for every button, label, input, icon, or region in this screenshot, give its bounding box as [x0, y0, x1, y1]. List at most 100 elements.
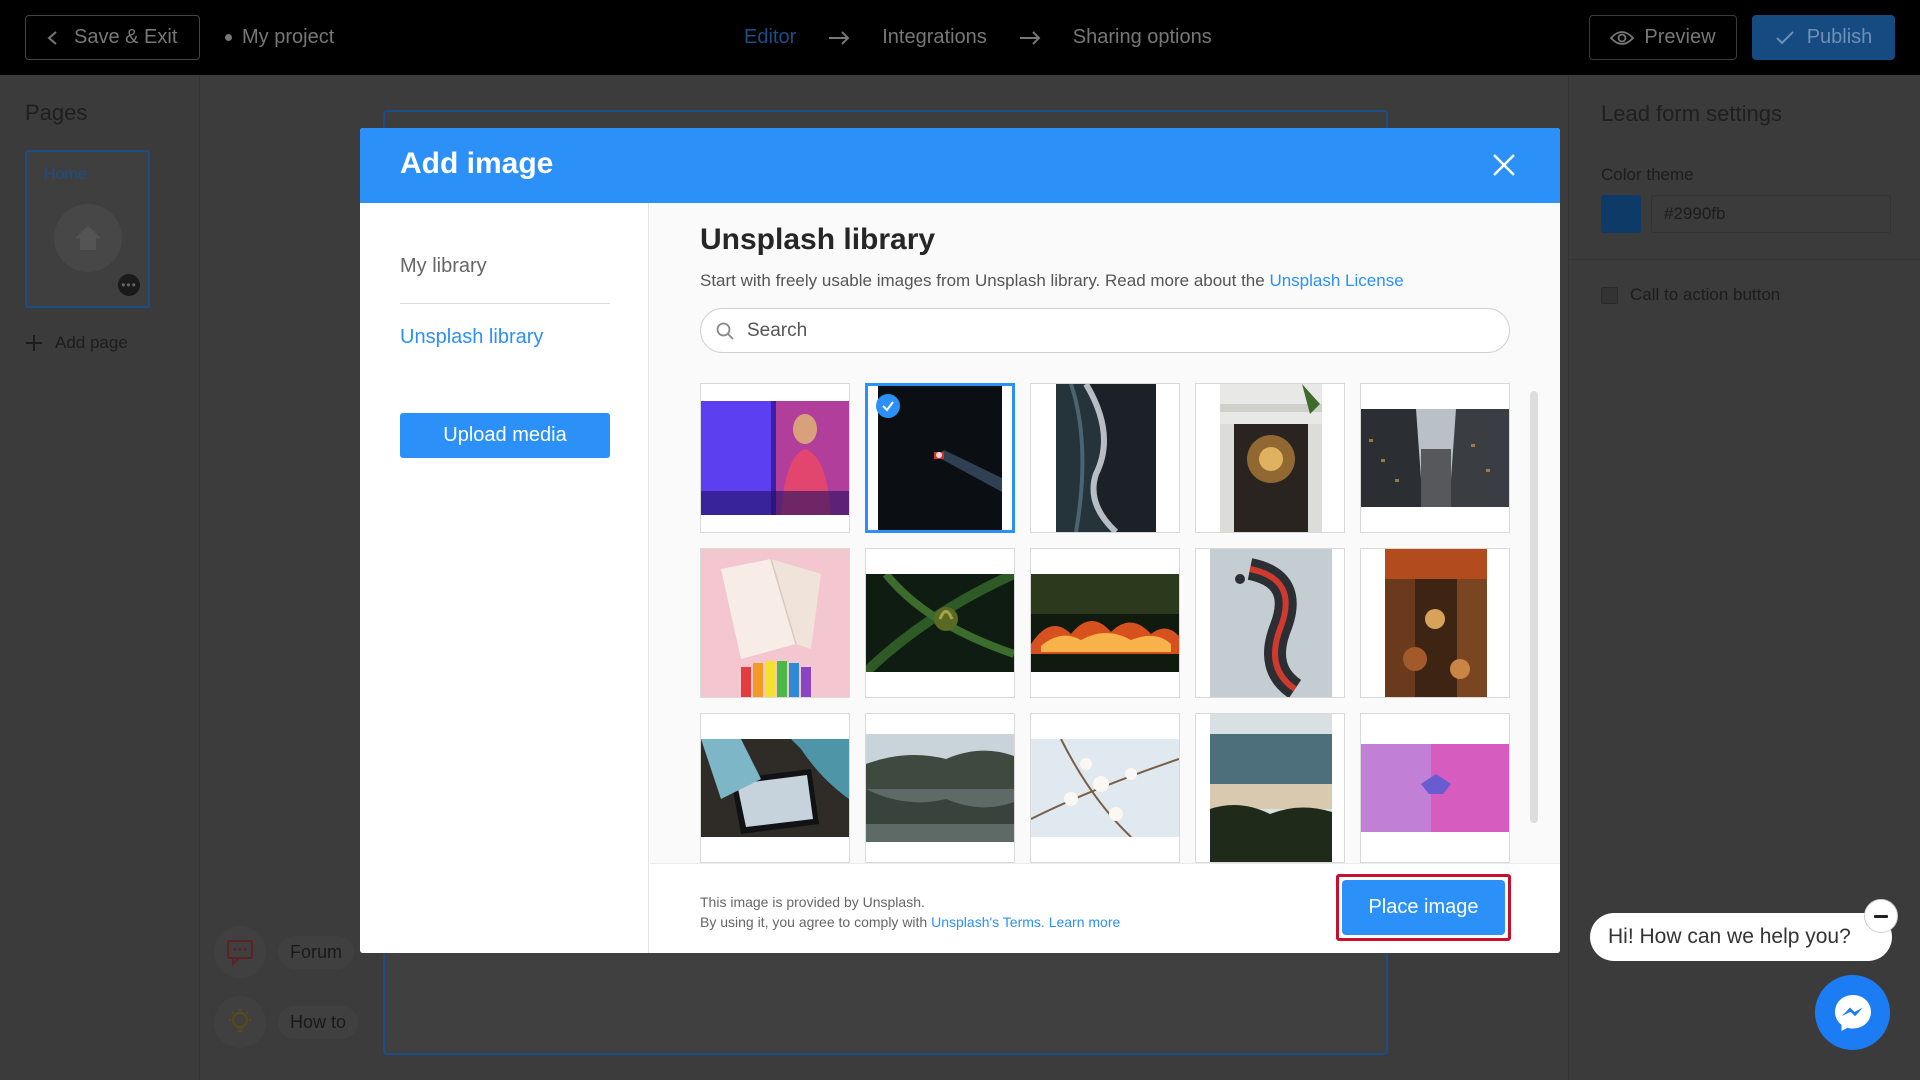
- image-tile[interactable]: [1030, 713, 1180, 863]
- cta-label: Call to action button: [1630, 285, 1781, 304]
- image-tile[interactable]: [700, 383, 850, 533]
- publish-button[interactable]: Publish: [1752, 15, 1895, 60]
- modal-header: Add image: [360, 128, 1560, 203]
- page-label: Home: [44, 166, 87, 183]
- attribution-line-1: This image is provided by Unsplash.: [700, 894, 925, 910]
- building-chandelier-image: [1220, 384, 1322, 532]
- eye-icon: [1610, 30, 1635, 45]
- step-editor[interactable]: Editor: [744, 26, 796, 49]
- image-tile[interactable]: [1195, 713, 1345, 863]
- add-page-button[interactable]: Add page: [25, 333, 128, 353]
- search-icon: [716, 322, 734, 340]
- minus-icon: [1874, 914, 1888, 918]
- preview-button[interactable]: Preview: [1589, 15, 1737, 60]
- woman-neon-image: [701, 401, 849, 515]
- image-tile[interactable]: [700, 713, 850, 863]
- tablet-drawing-image: [701, 739, 849, 837]
- modal-footer: This image is provided by Unsplash. By u…: [650, 863, 1560, 953]
- unsplash-license-link[interactable]: Unsplash License: [1269, 271, 1403, 290]
- messenger-icon: [1834, 994, 1871, 1031]
- description-text: Start with freely usable images from Uns…: [700, 271, 1265, 290]
- image-tile[interactable]: [1030, 383, 1180, 533]
- check-icon: [1775, 30, 1794, 44]
- sidebar-item-unsplash-library[interactable]: Unsplash library: [400, 326, 543, 349]
- paper-boat-image: [1361, 744, 1509, 832]
- forum-label: Forum: [278, 935, 355, 969]
- close-button[interactable]: [1490, 151, 1518, 179]
- sidebar-item-my-library[interactable]: My library: [400, 255, 487, 278]
- search-input[interactable]: [747, 319, 1467, 342]
- canvas-bottom-block: [385, 940, 1386, 1052]
- pages-title: Pages: [25, 100, 88, 125]
- top-bar: Save & Exit My project Editor Integratio…: [0, 0, 1920, 75]
- image-tile[interactable]: [1195, 383, 1345, 533]
- image-tile[interactable]: [865, 548, 1015, 698]
- market-image: [1385, 549, 1487, 697]
- add-page-label: Add page: [55, 333, 128, 352]
- cta-checkbox[interactable]: [1601, 286, 1618, 304]
- modal-main: Unsplash library Start with freely usabl…: [650, 203, 1560, 953]
- color-theme-label: Color theme: [1601, 165, 1694, 184]
- fern-image: [866, 574, 1014, 672]
- messenger-button[interactable]: [1815, 975, 1890, 1050]
- modal-title: Add image: [400, 147, 554, 180]
- chat-greeting-bubble[interactable]: Hi! How can we help you?: [1590, 913, 1892, 961]
- more-options-icon[interactable]: •••: [118, 274, 140, 296]
- search-box[interactable]: [700, 308, 1510, 353]
- place-image-button[interactable]: Place image: [1342, 880, 1505, 935]
- divider: [400, 303, 610, 304]
- blossoms-image: [1031, 739, 1179, 837]
- color-swatch[interactable]: [1601, 195, 1641, 233]
- selected-check-icon: [876, 394, 900, 418]
- project-name-label: My project: [242, 26, 335, 48]
- close-icon: [1493, 154, 1515, 176]
- notebook-swatches-image: [701, 549, 849, 697]
- upload-media-button[interactable]: Upload media: [400, 413, 610, 458]
- image-tile[interactable]: [1360, 383, 1510, 533]
- learn-more-link[interactable]: Learn more: [1049, 914, 1121, 930]
- fire-image: [1031, 574, 1179, 672]
- pages-panel: Pages Home ••• Add page: [0, 75, 200, 1080]
- modal-sidebar: My library Unsplash library Upload media: [360, 203, 649, 953]
- grid-scrollbar[interactable]: [1530, 391, 1538, 823]
- add-image-modal: Add image My library Unsplash library Up…: [360, 128, 1560, 953]
- image-tile-selected[interactable]: [865, 383, 1015, 533]
- library-description: Start with freely usable images from Uns…: [700, 271, 1404, 291]
- step-integrations[interactable]: Integrations: [882, 26, 987, 49]
- color-hex-input[interactable]: #2990fb: [1651, 195, 1891, 233]
- unsplash-terms-link[interactable]: Unsplash's Terms.: [931, 914, 1045, 930]
- divider: [1569, 259, 1920, 260]
- library-title: Unsplash library: [700, 223, 936, 256]
- attribution-text: This image is provided by Unsplash. By u…: [700, 892, 1120, 932]
- image-tile[interactable]: [1195, 548, 1345, 698]
- preview-label: Preview: [1644, 26, 1716, 48]
- image-tile[interactable]: [700, 548, 850, 698]
- cta-toggle[interactable]: Call to action button: [1601, 285, 1780, 305]
- image-grid: [700, 383, 1520, 863]
- lightbulb-icon: [214, 996, 266, 1048]
- lake-forest-image: [866, 734, 1014, 842]
- arrow-right-icon: [829, 30, 850, 45]
- sculpture-image: [1210, 549, 1332, 697]
- image-tile[interactable]: [1360, 548, 1510, 698]
- skyscrapers-image: [1361, 409, 1509, 507]
- image-tile[interactable]: [1030, 548, 1180, 698]
- save-exit-button[interactable]: Save & Exit: [25, 15, 200, 60]
- ocean-waves-image: [1056, 384, 1156, 532]
- attribution-line-2: By using it, you agree to comply with Un…: [700, 912, 1120, 932]
- howto-label: How to: [278, 1005, 359, 1039]
- image-tile[interactable]: [1360, 713, 1510, 863]
- save-exit-label: Save & Exit: [74, 26, 178, 48]
- chat-minimize-button[interactable]: [1864, 899, 1898, 933]
- page-thumbnail-home[interactable]: Home •••: [25, 150, 150, 308]
- step-sharing-options[interactable]: Sharing options: [1073, 26, 1212, 49]
- forum-link[interactable]: Forum: [214, 926, 355, 978]
- image-tile[interactable]: [865, 713, 1015, 863]
- beach-aerial-image: [1210, 714, 1332, 862]
- plus-icon: [26, 335, 42, 351]
- howto-link[interactable]: How to: [214, 996, 359, 1048]
- settings-title: Lead form settings: [1601, 101, 1782, 126]
- publish-label: Publish: [1806, 26, 1873, 48]
- home-icon: [54, 204, 122, 272]
- project-name[interactable]: My project: [225, 15, 334, 60]
